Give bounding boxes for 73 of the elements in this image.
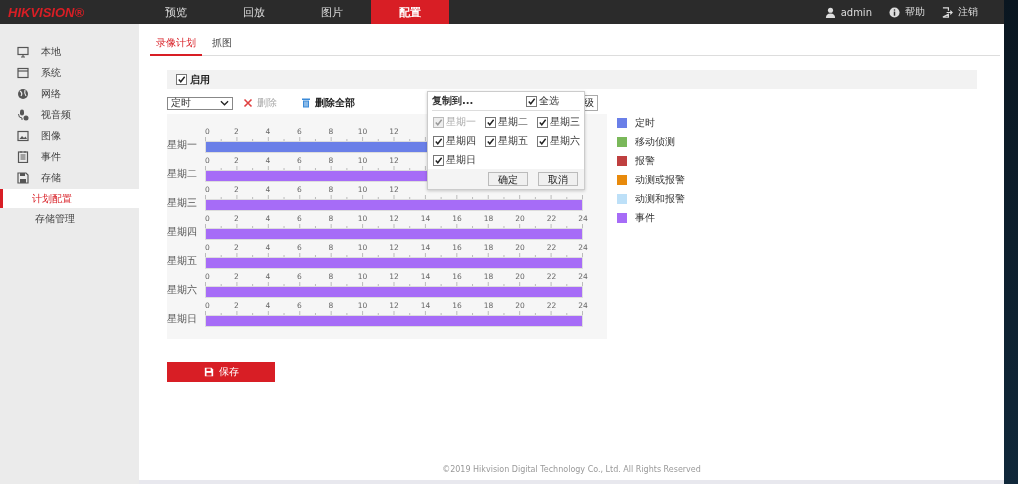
legend-label: 动测和报警 (635, 191, 685, 206)
legend-label: 定时 (635, 115, 655, 130)
logout-link[interactable]: 注销 (958, 5, 978, 19)
schedule-bar[interactable] (205, 286, 583, 298)
sidebar-item[interactable]: 视音频 (0, 104, 139, 125)
day-checkbox[interactable] (433, 154, 444, 166)
sidebar-item[interactable]: 存储 (0, 167, 139, 188)
day-label: 星期四 (167, 226, 198, 239)
nav-tab[interactable]: 回放 (215, 0, 293, 24)
day-checkbox[interactable] (485, 116, 496, 128)
save-button[interactable]: 保存 (167, 362, 275, 382)
day-option-label: 星期三 (550, 115, 580, 129)
window-icon (17, 66, 29, 79)
day-checkbox[interactable] (537, 116, 548, 128)
user-icon (824, 6, 836, 18)
schedule-bar[interactable] (205, 199, 583, 211)
list-icon (17, 150, 29, 163)
day-checkbox[interactable] (485, 135, 496, 147)
cancel-button[interactable]: 取消 (538, 172, 578, 186)
day-option-label: 星期四 (446, 134, 476, 148)
day-label: 星期一 (167, 139, 198, 152)
day-label: 星期六 (167, 284, 198, 297)
image-icon (17, 129, 29, 142)
sidebar-item[interactable]: 系统 (0, 62, 139, 83)
day-checkbox[interactable] (537, 135, 548, 147)
nav-tab[interactable]: 图片 (293, 0, 371, 24)
sidebar-item[interactable]: 本地 (0, 41, 139, 62)
save-icon (203, 367, 214, 377)
enable-label: 启用 (190, 72, 210, 87)
logo: HIKVISION® (7, 4, 86, 20)
legend-label: 动测或报警 (635, 172, 685, 187)
info-icon (889, 6, 900, 18)
nav-tab[interactable]: 配置 (371, 0, 449, 24)
day-option-label: 星期五 (498, 134, 528, 148)
schedule-bar[interactable] (205, 315, 583, 327)
day-label: 星期日 (167, 313, 198, 326)
schedule-bar[interactable] (205, 228, 583, 240)
schedule-bar[interactable] (205, 257, 583, 269)
footer-text: ©2019 Hikvision Digital Technology Co., Ltd. All Rights Reserved (139, 465, 1004, 484)
day-option-label: 星期日 (446, 153, 476, 167)
sidebar-subitem[interactable]: 存储管理 (0, 209, 139, 228)
help-link[interactable]: 帮助 (905, 5, 925, 19)
select-all-label: 全选 (539, 94, 559, 108)
nav-tab[interactable]: 预览 (137, 0, 215, 24)
sidebar-item[interactable]: 事件 (0, 146, 139, 167)
sub-tab[interactable]: 录像计划 (150, 34, 202, 56)
sidebar-subitem[interactable]: 计划配置 (0, 189, 139, 208)
microphone-icon (17, 108, 29, 121)
schedule-type-select[interactable]: 定时 (167, 96, 233, 110)
caret-icon (220, 100, 229, 106)
sub-tab[interactable]: 抓图 (206, 34, 238, 56)
popup-title: 复制到... (432, 94, 475, 108)
close-icon (243, 98, 253, 108)
day-label: 星期二 (167, 168, 198, 181)
day-label: 星期三 (167, 197, 198, 210)
confirm-button[interactable]: 确定 (488, 172, 528, 186)
day-option-label: 星期六 (550, 134, 580, 148)
trash-icon (301, 98, 311, 108)
logout-icon (942, 6, 953, 18)
day-option-label: 星期二 (498, 115, 528, 129)
legend-label: 报警 (635, 153, 655, 168)
sidebar-item[interactable]: 网络 (0, 83, 139, 104)
legend-label: 事件 (635, 210, 655, 225)
enable-checkbox[interactable] (176, 74, 187, 85)
delete-all-button[interactable]: 删除全部 (301, 96, 355, 110)
day-label: 星期五 (167, 255, 198, 268)
day-checkbox[interactable] (433, 135, 444, 147)
sidebar-item[interactable]: 图像 (0, 125, 139, 146)
monitor-icon (17, 45, 29, 58)
legend-label: 移动侦测 (635, 134, 675, 149)
user-name[interactable]: admin (840, 6, 872, 18)
globe-icon (17, 87, 29, 100)
select-all-checkbox[interactable] (526, 95, 537, 107)
